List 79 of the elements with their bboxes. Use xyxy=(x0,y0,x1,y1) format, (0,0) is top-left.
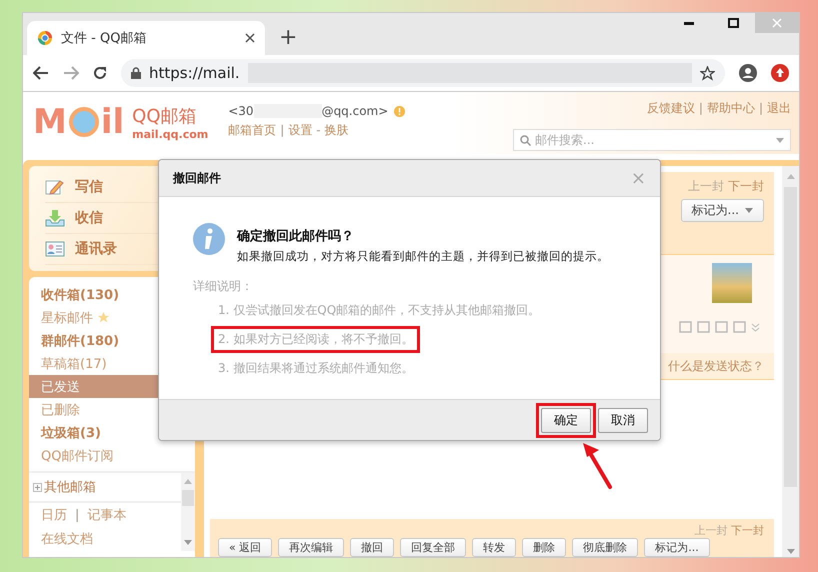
tool-link[interactable]: 在线文档 xyxy=(41,530,93,548)
scroll-up-icon[interactable] xyxy=(184,479,192,484)
separator: | xyxy=(698,101,703,115)
separator: | xyxy=(280,123,284,137)
folder-group-label[interactable]: 其他邮箱 xyxy=(44,478,96,496)
scroll-down-icon[interactable] xyxy=(786,549,794,554)
header-link[interactable]: 设置 xyxy=(288,123,312,137)
detail-item: 3. 撤回结果将通过系统邮件通知您。 xyxy=(217,360,414,377)
folder-item[interactable]: 星标邮件 xyxy=(29,306,195,329)
folder-item[interactable]: QQ邮件订阅 xyxy=(29,444,195,467)
previous-mail-link[interactable]: 上一封 xyxy=(694,524,728,537)
lock-icon xyxy=(131,67,141,79)
minimize-icon[interactable] xyxy=(684,22,694,24)
close-icon[interactable] xyxy=(245,33,255,43)
browser-logo-icon xyxy=(37,30,53,46)
toolbar-button[interactable]: 彻底删除 xyxy=(572,538,638,557)
contact-card-icon xyxy=(45,240,65,258)
account-address: <30 xyxy=(228,104,254,118)
next-mail-link[interactable]: 下一封 xyxy=(728,179,764,193)
header-link[interactable]: 邮箱首页 xyxy=(228,123,276,137)
star-icon xyxy=(97,311,110,324)
address-bar[interactable]: https://mail. xyxy=(121,59,725,87)
scrollbar[interactable] xyxy=(181,473,195,551)
back-arrow-icon[interactable] xyxy=(33,66,49,80)
scroll-up-icon[interactable] xyxy=(786,174,794,179)
tool-link[interactable]: 记事本 xyxy=(87,506,126,524)
toolbar-button[interactable]: 标记为... xyxy=(644,538,710,557)
dialog-question: 确定撤回此邮件吗？ xyxy=(237,228,355,245)
close-button[interactable]: × xyxy=(630,168,646,188)
next-mail-link[interactable]: 下一封 xyxy=(731,524,764,537)
mark-as-button[interactable]: 标记为... xyxy=(680,199,764,222)
detail-item: 1. 仅尝试撤回发在QQ邮箱的邮件，不支持从其他邮箱撤回。 xyxy=(217,302,542,319)
toolbar-button[interactable]: 再次编辑 xyxy=(278,538,344,557)
dialog-button[interactable]: 取消 xyxy=(598,408,648,432)
expand-icon[interactable] xyxy=(33,482,42,492)
pencil-note-icon xyxy=(45,178,65,196)
details-heading: 详细说明： xyxy=(193,278,254,295)
tab-title: 文件 - QQ邮箱 xyxy=(61,30,148,47)
toolbar-button[interactable]: 删除 xyxy=(522,538,566,557)
dialog-button[interactable]: 确定 xyxy=(541,408,591,432)
separator: | xyxy=(758,101,763,115)
dropdown-caret-icon[interactable] xyxy=(776,138,784,142)
header-link[interactable]: 反馈建议 xyxy=(646,101,695,115)
toolbar-button[interactable]: 回复全部 xyxy=(400,538,466,557)
dialog-message: 如果撤回成功，对方将只能看到邮件的主题，并得到已被撤回的提示。 xyxy=(237,249,609,264)
annotation-arrow xyxy=(580,441,614,491)
tool-link[interactable]: 日历 xyxy=(41,506,67,524)
new-tab-button[interactable]: + xyxy=(279,27,298,49)
search-icon xyxy=(520,134,531,146)
account-domain: @qq.com> xyxy=(322,104,388,118)
browser-tab[interactable]: 文件 - QQ邮箱 xyxy=(27,21,265,55)
url-text: https://mail. xyxy=(149,64,240,82)
scroll-thumb[interactable] xyxy=(182,490,194,506)
star-icon[interactable] xyxy=(700,66,715,80)
separator: | xyxy=(75,508,80,522)
toolbar-button[interactable]: 撤回 xyxy=(350,538,394,557)
toolbar-button[interactable]: « 返回 xyxy=(218,538,272,557)
inbox-tray-icon xyxy=(45,209,65,227)
header-link[interactable]: 退出 xyxy=(767,101,791,115)
info-icon xyxy=(193,223,225,255)
account-icon[interactable] xyxy=(739,64,757,82)
dropdown-caret-icon xyxy=(745,208,753,213)
warning-icon[interactable] xyxy=(394,106,406,116)
previous-mail-link[interactable]: 上一封 xyxy=(688,179,724,193)
scrollbar[interactable] xyxy=(782,166,799,557)
scroll-down-icon[interactable] xyxy=(184,540,192,545)
separator: - xyxy=(316,123,321,137)
photo-placeholder xyxy=(712,263,752,303)
status-help-link[interactable]: 什么是发送状态？ xyxy=(668,358,764,374)
detail-item: 2. 如果对方已经阅读，将不予撤回。 xyxy=(211,326,420,353)
chevron-down-icon[interactable] xyxy=(751,322,760,332)
header-link[interactable]: 换肤 xyxy=(324,123,349,137)
header-link[interactable]: 帮助中心 xyxy=(706,101,755,115)
update-icon[interactable] xyxy=(771,64,789,82)
forward-arrow-icon[interactable] xyxy=(63,66,79,80)
search-field[interactable]: 邮件搜索... xyxy=(513,129,791,151)
toolbar-button[interactable]: 转发 xyxy=(472,538,516,557)
reload-icon[interactable] xyxy=(93,66,107,80)
maximize-icon[interactable] xyxy=(728,18,738,28)
